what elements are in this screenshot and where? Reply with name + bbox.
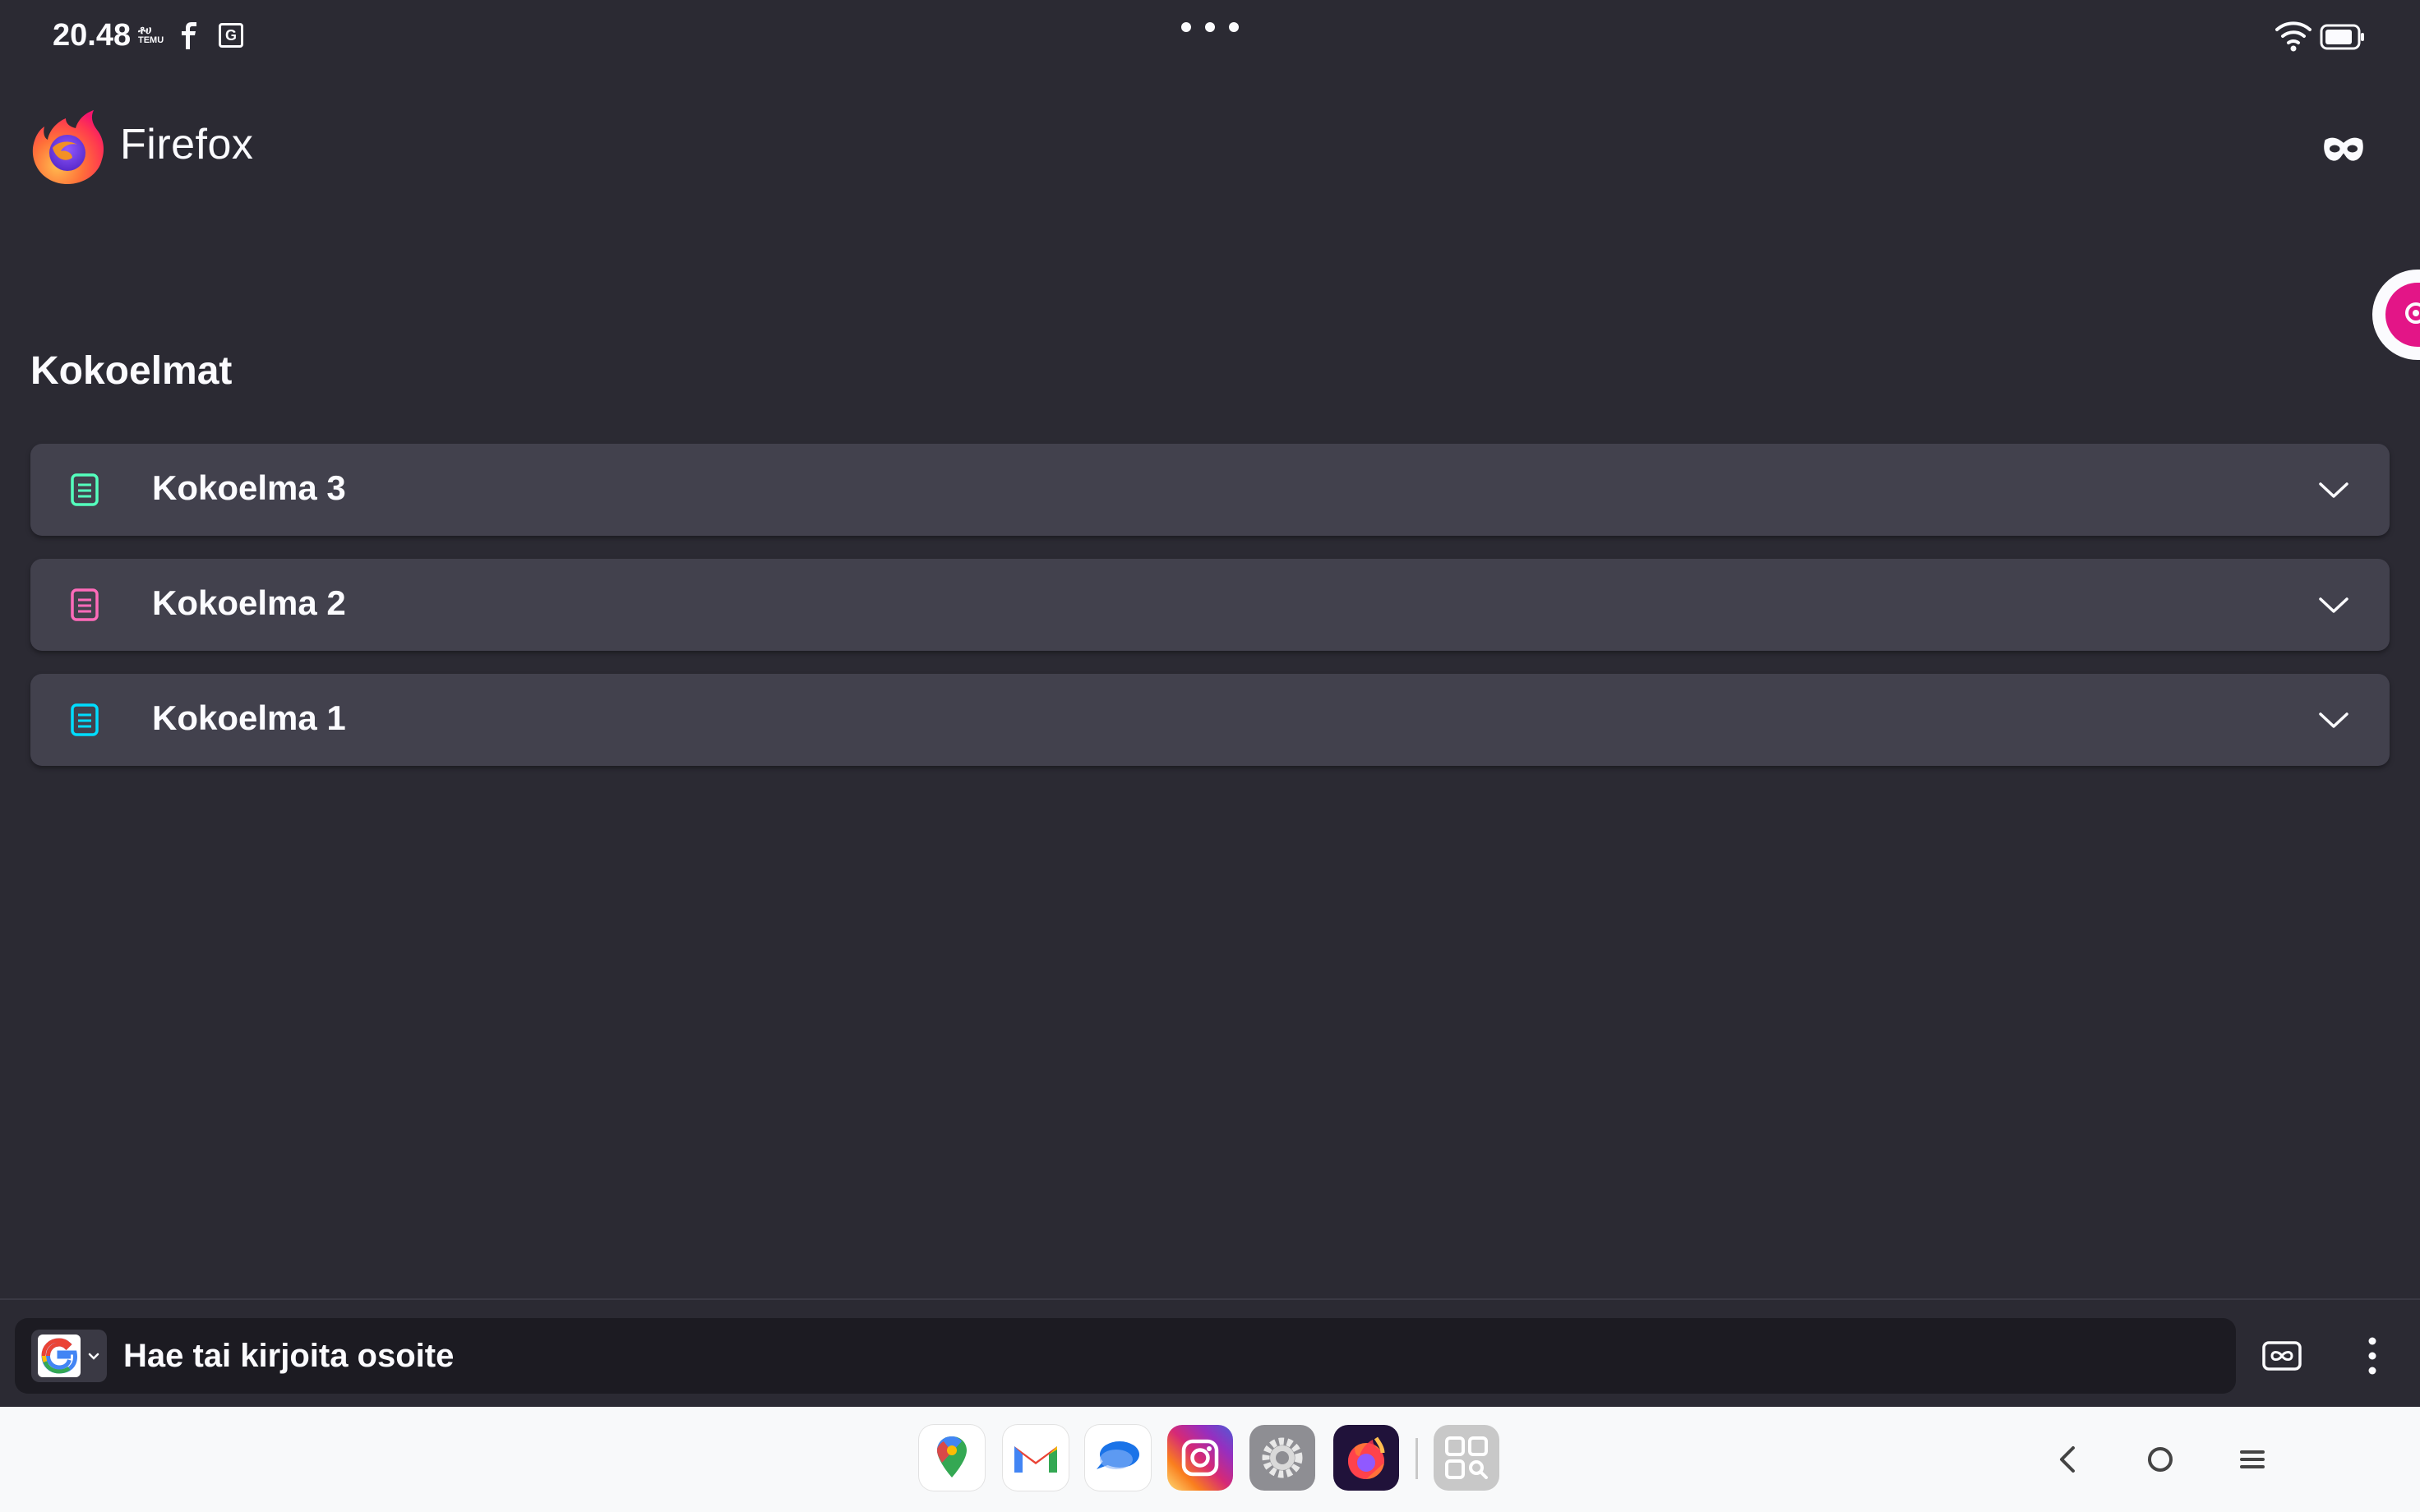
chevron-down-icon[interactable] — [2316, 702, 2352, 738]
google-icon — [38, 1335, 81, 1377]
dock-divider — [1416, 1438, 1418, 1479]
collections-title: Kokoelmat — [30, 349, 233, 393]
wifi-icon — [2275, 21, 2311, 52]
collection-icon — [71, 588, 99, 621]
tabs-icon[interactable] — [2261, 1335, 2303, 1377]
chevron-down-icon — [88, 1353, 99, 1360]
chevron-down-icon[interactable] — [2316, 587, 2352, 623]
search-engine-selector[interactable] — [31, 1330, 107, 1382]
private-browsing-button[interactable] — [2320, 125, 2367, 173]
chevron-down-icon[interactable] — [2316, 472, 2352, 508]
collection-item[interactable]: Kokoelma 1 — [30, 674, 2390, 766]
instagram-app-icon[interactable] — [1167, 1425, 1233, 1491]
firefox-app-icon[interactable] — [1333, 1425, 1399, 1491]
brand-name: Firefox — [120, 121, 254, 168]
maps-app-icon[interactable] — [919, 1425, 985, 1491]
collection-item[interactable]: Kokoelma 2 — [30, 559, 2390, 651]
system-nav-bar — [0, 1407, 2420, 1512]
back-icon[interactable] — [2045, 1436, 2091, 1482]
multiwindow-dots-icon[interactable] — [1180, 21, 1240, 33]
url-placeholder[interactable]: Hae tai kirjoita osoite — [123, 1338, 454, 1375]
collection-icon — [71, 703, 99, 736]
status-bar: 20.48 ቶሀ TEMU G — [0, 0, 2420, 74]
gmail-app-icon[interactable] — [1003, 1425, 1069, 1491]
collection-icon — [71, 473, 99, 506]
status-time: 20.48 — [53, 18, 132, 53]
settings-app-icon[interactable] — [1249, 1425, 1315, 1491]
temu-icon-top: ቶሀ — [138, 23, 152, 36]
firefox-logo-icon — [32, 110, 104, 184]
facebook-icon — [182, 22, 196, 49]
mask-icon — [2324, 137, 2363, 161]
battery-icon — [2320, 24, 2364, 50]
collection-item[interactable]: Kokoelma 3 — [30, 444, 2390, 536]
recents-icon[interactable] — [2229, 1436, 2275, 1482]
browser-toolbar: Hae tai kirjoita osoite — [0, 1298, 2420, 1407]
messages-app-icon[interactable] — [1085, 1425, 1151, 1491]
url-bar[interactable]: Hae tai kirjoita osoite — [15, 1318, 2236, 1394]
collection-label: Kokoelma 3 — [152, 468, 346, 507]
kebab-menu-icon[interactable] — [2356, 1335, 2389, 1377]
translate-icon: G — [219, 23, 243, 48]
temu-icon-bottom: TEMU — [138, 35, 164, 45]
temu-icon: ቶሀ TEMU — [138, 23, 164, 46]
record-icon — [2405, 302, 2420, 324]
home-icon[interactable] — [2137, 1436, 2183, 1482]
app-library-icon[interactable] — [1434, 1425, 1499, 1491]
collection-label: Kokoelma 2 — [152, 583, 346, 622]
collection-label: Kokoelma 1 — [152, 698, 346, 737]
